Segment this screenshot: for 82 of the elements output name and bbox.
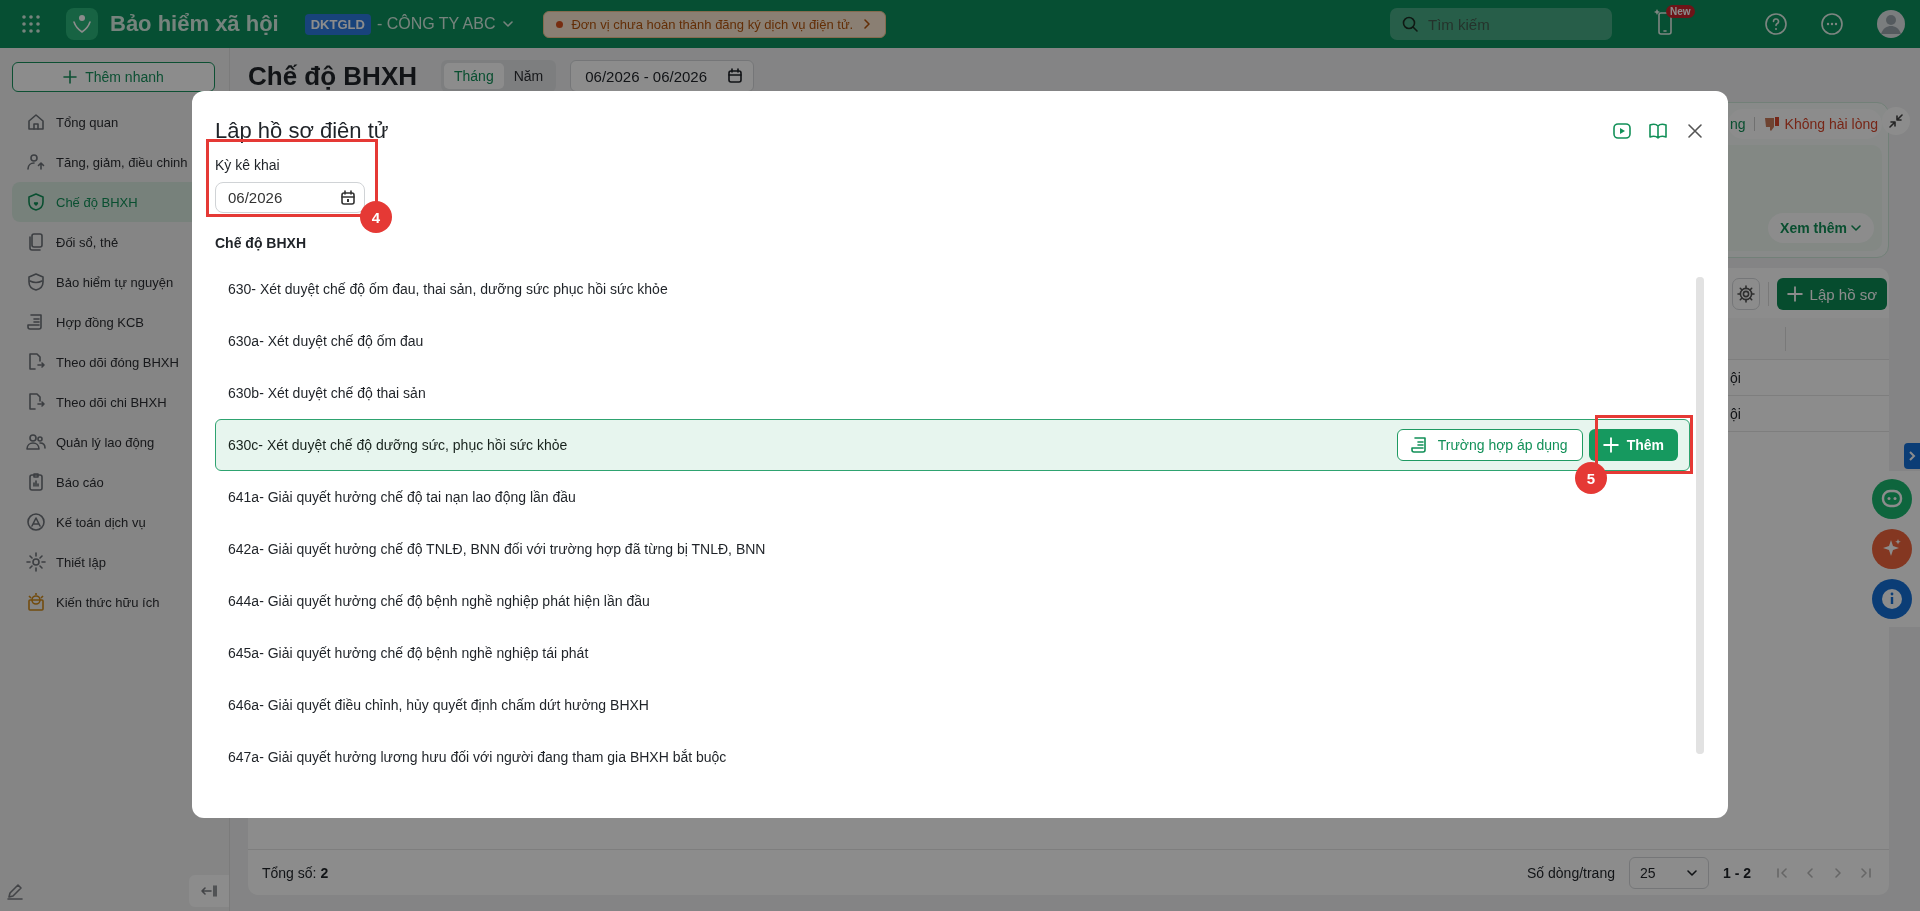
section-label: Chế độ BHXH — [215, 235, 307, 251]
page-range: 1 - 2 — [1723, 864, 1751, 881]
quick-add-button[interactable]: Thêm nhanh — [12, 62, 215, 92]
app-name: Bảo hiểm xã hội — [110, 11, 279, 37]
status-dot — [556, 20, 564, 28]
nav-icon — [26, 512, 46, 532]
calendar-icon — [340, 189, 356, 206]
nav-icon — [26, 152, 46, 172]
plus-icon — [63, 70, 78, 84]
regime-item[interactable]: 630a- Xét duyệt chế độ ốm đau — [228, 333, 424, 349]
org-badge: DKTGLD — [304, 13, 371, 35]
regime-item[interactable]: 647a- Giải quyết hưởng lương hưu đối với người đang tham gia BHXH bắt buộc — [228, 749, 727, 765]
regime-item[interactable]: 641a- Giải quyết hưởng chế độ tai nạn lao động lần đầu — [228, 489, 576, 505]
settings-icon — [1736, 285, 1755, 303]
thumbs-down-icon — [1762, 115, 1781, 133]
assistant-button[interactable] — [1872, 529, 1912, 569]
period-field[interactable]: 06/2026 — [215, 182, 365, 213]
chat-button[interactable] — [1872, 479, 1912, 519]
nav-icon — [26, 432, 46, 452]
table-cell-text: ội — [1729, 405, 1742, 422]
plus-icon — [1786, 286, 1803, 302]
video-icon[interactable] — [1612, 121, 1632, 141]
close-icon[interactable] — [1686, 122, 1704, 140]
shrink-icon — [1889, 114, 1903, 128]
regime-item[interactable]: 642a- Giải quyết hưởng chế độ TNLĐ, BNN đối với trường hợp đã từng bị TNLĐ, BNN — [228, 541, 766, 557]
regime-item[interactable]: 646a- Giải quyết điều chỉnh, hủy quyết định chấm dứt hưởng BHXH — [228, 697, 649, 713]
step-badge: 5 — [1575, 462, 1607, 494]
sidebar-item[interactable]: Kế toán dịch vụ — [12, 502, 255, 542]
nav-icon — [26, 112, 46, 132]
nav-icon — [26, 392, 46, 412]
add-button[interactable]: Thêm — [1588, 429, 1678, 461]
search-icon — [1401, 15, 1419, 33]
first-page-icon[interactable] — [1775, 865, 1789, 880]
apply-cases-button[interactable]: Trường hợp áp dụng — [1396, 429, 1583, 461]
book-icon[interactable] — [1648, 121, 1668, 141]
nav-icon — [26, 272, 46, 292]
edit-icon[interactable] — [6, 882, 24, 900]
scrollbar[interactable] — [1696, 277, 1704, 754]
field-label: Kỳ kê khai — [215, 157, 281, 173]
side-tab[interactable] — [1904, 443, 1920, 469]
info-icon — [1880, 587, 1904, 611]
regime-item[interactable]: 630b- Xét duyệt chế độ thai sản — [228, 385, 426, 401]
apps-grid-icon[interactable] — [20, 13, 42, 35]
nav-icon — [26, 472, 46, 492]
regime-item[interactable]: 644a- Giải quyết hưởng chế độ bệnh nghề nghiệp phát hiện lần đầu — [228, 593, 650, 609]
dialog-title: Lập hồ sơ điện tử — [215, 118, 389, 144]
avatar-icon[interactable] — [1876, 9, 1906, 39]
chevron-down-icon — [1850, 222, 1862, 234]
company-selector[interactable]: - CÔNG TY ABC — [376, 15, 516, 33]
plus-icon — [1602, 437, 1619, 453]
rows-per-page-select[interactable]: 25 — [1629, 856, 1709, 889]
calendar-icon — [727, 68, 744, 84]
nav-icon — [26, 352, 46, 372]
create-button[interactable]: Lập hồ sơ — [1776, 278, 1887, 310]
settings-button[interactable] — [1731, 278, 1760, 310]
collapse-icon[interactable] — [189, 875, 229, 907]
period-tab[interactable]: Tháng — [444, 63, 504, 89]
minimize-button[interactable] — [1882, 107, 1910, 135]
table-cell-text: ội — [1729, 369, 1742, 386]
total-count: Tổng số: 2 — [262, 864, 329, 881]
step-badge: 4 — [360, 201, 392, 233]
rows-per-page-label: Số dòng/trang — [1527, 864, 1615, 881]
notice-banner[interactable]: Đơn vị chưa hoàn thành đăng ký dịch vụ điện tử. — [543, 10, 887, 38]
help-icon[interactable] — [1764, 12, 1788, 36]
see-more-button[interactable]: Xem thêm — [1768, 213, 1874, 243]
regime-item[interactable]: 630c- Xét duyệt chế độ dưỡng sức, phục hồi sức khỏe — [228, 437, 568, 453]
date-range-field[interactable]: 06/2026 - 06/2026 — [570, 60, 755, 92]
more-icon[interactable] — [1820, 12, 1844, 36]
nav-icon — [26, 552, 46, 572]
info-button[interactable] — [1872, 579, 1912, 619]
regime-item[interactable]: 645a- Giải quyết hưởng chế độ bệnh nghề nghiệp tái phát — [228, 645, 589, 661]
feedback-option[interactable]: Không hài lòng — [1762, 115, 1878, 133]
regime-item[interactable]: 630- Xét duyệt chế độ ốm đau, thai sản, dưỡng sức phục hồi sức khỏe — [228, 281, 668, 297]
nav-icon — [26, 192, 46, 212]
last-page-icon[interactable] — [1859, 865, 1873, 880]
chevron-right-icon — [1907, 450, 1917, 462]
feedback-option[interactable]: ng — [1730, 116, 1746, 132]
new-badge: New — [1666, 5, 1695, 18]
nav-icon — [26, 232, 46, 252]
page-title: Chế độ BHXH — [248, 60, 417, 92]
period-tab[interactable]: Năm — [503, 63, 554, 89]
nav-icon — [26, 592, 46, 612]
